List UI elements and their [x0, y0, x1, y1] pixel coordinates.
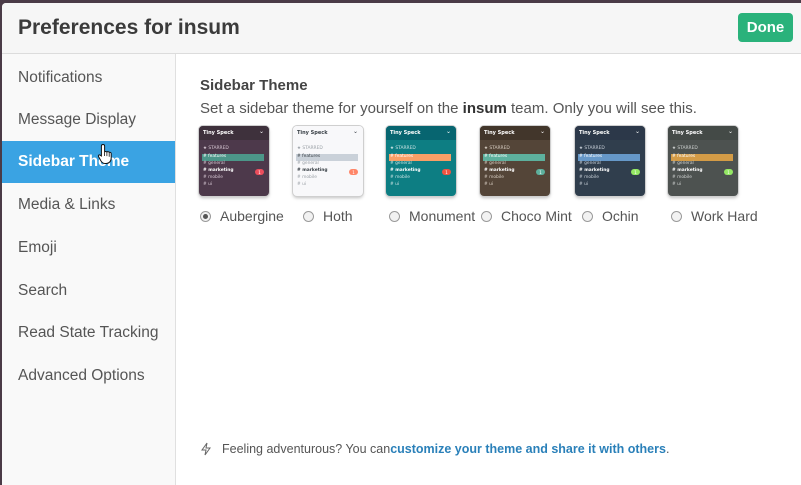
preview-channel: # marketing — [579, 168, 610, 173]
chevron-down-icon: ⌄ — [445, 128, 451, 135]
sidebar-item-emoji[interactable]: Emoji — [2, 227, 175, 269]
theme-preview[interactable]: Tiny Speck ⌄ ★ STARRED # features # general #… — [480, 126, 550, 196]
sidebar-theme-panel: Sidebar Theme Set a sidebar theme for yo… — [176, 54, 801, 485]
preview-team-name: Tiny Speck — [672, 130, 703, 136]
theme-radio[interactable] — [671, 210, 682, 222]
theme-radio-row[interactable]: Hoth — [303, 208, 353, 224]
theme-radio[interactable] — [481, 210, 492, 222]
chevron-down-icon: ⌄ — [352, 128, 358, 135]
preview-channel: # general — [390, 161, 412, 166]
theme-radio-row[interactable]: Monument — [389, 208, 475, 224]
chevron-down-icon: ⌄ — [258, 128, 264, 135]
sidebar-item-search[interactable]: Search — [2, 270, 175, 312]
theme-radio-row[interactable]: Choco Mint — [481, 208, 572, 224]
preview-channel: # general — [297, 161, 319, 166]
theme-label: Aubergine — [220, 208, 284, 224]
preview-channel: # general — [672, 161, 694, 166]
preview-badge: 1 — [536, 169, 545, 175]
preview-channel: # features — [390, 154, 414, 159]
preview-channel: # mobile — [297, 175, 317, 180]
preview-starred: ★ STARRED — [203, 146, 229, 151]
preview-channel: # marketing — [484, 168, 515, 173]
chevron-down-icon: ⌄ — [634, 128, 640, 135]
preview-channel: # ui — [390, 182, 400, 187]
preview-channel: # marketing — [203, 168, 234, 173]
preferences-sidebar: Notifications Message Display Sidebar Th… — [2, 54, 176, 485]
preview-team-name: Tiny Speck — [484, 130, 515, 136]
theme-radio[interactable] — [200, 210, 211, 222]
preview-channel: # mobile — [579, 175, 599, 180]
modal-header: Preferences for insum Done — [2, 3, 801, 54]
preview-channel: # marketing — [672, 168, 703, 173]
theme-preview[interactable]: Tiny Speck ⌄ ★ STARRED # features # general #… — [575, 126, 645, 196]
theme-label: Choco Mint — [501, 208, 572, 224]
preview-starred: ★ STARRED — [390, 146, 416, 151]
sidebar-item-media-links[interactable]: Media & Links — [2, 184, 175, 226]
preview-channel: # ui — [297, 182, 307, 187]
customize-theme-link[interactable]: customize your theme and share it with o… — [390, 442, 666, 456]
section-title: Sidebar Theme — [200, 77, 308, 94]
theme-radio[interactable] — [303, 210, 314, 222]
theme-radio[interactable] — [582, 210, 593, 222]
preview-channel: # ui — [203, 182, 213, 187]
preview-channel: # features — [484, 154, 508, 159]
chevron-down-icon: ⌄ — [727, 128, 733, 135]
preferences-modal: Preferences for insum Done Notifications… — [2, 3, 801, 485]
preview-channel: # mobile — [203, 175, 223, 180]
preview-starred: ★ STARRED — [579, 146, 605, 151]
sidebar-item-advanced-options[interactable]: Advanced Options — [2, 355, 175, 397]
done-button[interactable]: Done — [738, 13, 793, 42]
sidebar-item-sidebar-theme[interactable]: Sidebar Theme — [2, 141, 175, 183]
customize-footer: Feeling adventurous? You can customize y… — [200, 442, 669, 456]
sidebar-item-read-state-tracking[interactable]: Read State Tracking — [2, 312, 175, 354]
hand-cursor-icon — [97, 143, 112, 164]
preview-starred: ★ STARRED — [484, 146, 510, 151]
theme-preview[interactable]: Tiny Speck ⌄ ★ STARRED # features # general #… — [668, 126, 738, 196]
lightning-icon — [201, 442, 211, 456]
theme-label: Ochin — [602, 208, 639, 224]
preview-badge: 1 — [442, 169, 451, 175]
preview-channel: # general — [579, 161, 601, 166]
theme-label: Monument — [409, 208, 476, 224]
theme-radio-row[interactable]: Aubergine — [200, 208, 284, 224]
theme-radio-row[interactable]: Work Hard — [671, 208, 758, 224]
preview-channel: # ui — [579, 182, 589, 187]
preview-starred: ★ STARRED — [297, 146, 323, 151]
preview-channel: # mobile — [672, 175, 692, 180]
theme-preview[interactable]: Tiny Speck ⌄ ★ STARRED # features # general #… — [293, 126, 363, 196]
preview-badge: 1 — [349, 169, 358, 175]
preview-channel: # general — [203, 161, 225, 166]
preview-channel: # ui — [672, 182, 682, 187]
preview-channel: # mobile — [390, 175, 410, 180]
preview-channel: # general — [484, 161, 506, 166]
modal-title: Preferences for insum — [18, 16, 240, 39]
section-description: Set a sidebar theme for yourself on the … — [200, 100, 697, 117]
preview-badge: 1 — [631, 169, 640, 175]
theme-radio-row[interactable]: Ochin — [582, 208, 639, 224]
preview-badge: 1 — [724, 169, 733, 175]
preview-team-name: Tiny Speck — [390, 130, 421, 136]
preview-channel: # features — [297, 154, 321, 159]
preview-badge: 1 — [255, 169, 264, 175]
theme-radio[interactable] — [389, 210, 400, 222]
preview-team-name: Tiny Speck — [203, 130, 234, 136]
theme-preview[interactable]: Tiny Speck ⌄ ★ STARRED # features # general #… — [386, 126, 456, 196]
preview-channel: # ui — [484, 182, 494, 187]
chevron-down-icon: ⌄ — [539, 128, 545, 135]
theme-label: Hoth — [323, 208, 353, 224]
preview-channel: # features — [203, 154, 227, 159]
preview-starred: ★ STARRED — [672, 146, 698, 151]
preview-channel: # marketing — [297, 168, 328, 173]
theme-label: Work Hard — [691, 208, 758, 224]
preview-team-name: Tiny Speck — [579, 130, 610, 136]
theme-preview[interactable]: Tiny Speck ⌄ ★ STARRED # features # general #… — [199, 126, 269, 196]
preview-channel: # features — [672, 154, 696, 159]
sidebar-item-message-display[interactable]: Message Display — [2, 99, 175, 141]
preview-channel: # mobile — [484, 175, 504, 180]
preview-channel: # features — [579, 154, 603, 159]
sidebar-item-notifications[interactable]: Notifications — [2, 57, 175, 99]
preview-team-name: Tiny Speck — [297, 130, 328, 136]
preview-channel: # marketing — [390, 168, 421, 173]
